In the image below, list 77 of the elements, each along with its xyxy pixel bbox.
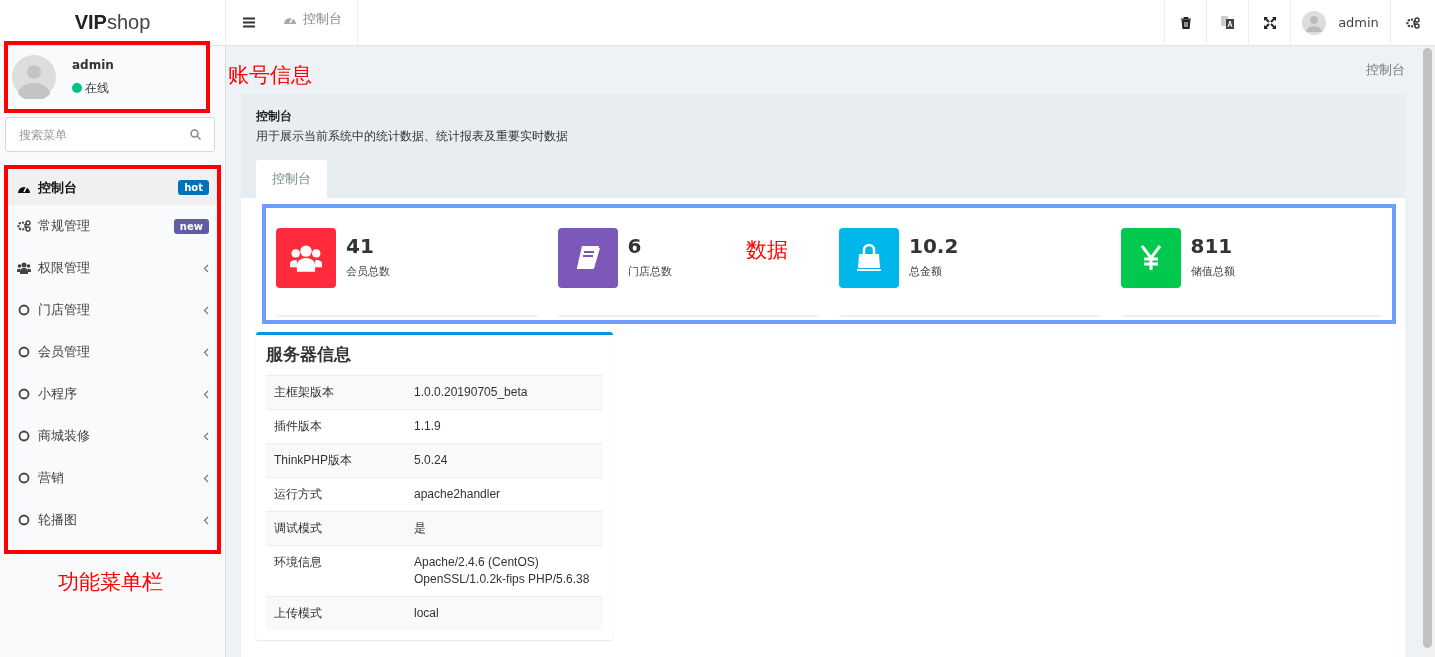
info-value-cell: apache2handler: [406, 477, 603, 512]
menu-item[interactable]: 营销: [8, 457, 217, 499]
info-value-cell: local: [406, 596, 603, 630]
search-icon: [190, 129, 201, 140]
circle-icon: [18, 514, 30, 526]
info-value-cell: 1.1.9: [406, 409, 603, 444]
menu-item[interactable]: 控制台 hot: [8, 170, 217, 205]
translate-icon: [1221, 16, 1234, 29]
expand-icon: [1263, 16, 1276, 29]
menu-label: 权限管理: [38, 259, 91, 277]
stat-value: 6: [627, 234, 643, 258]
info-key-cell: 上传模式: [266, 596, 406, 630]
info-value-cell: 1.0.0.20190705_beta: [406, 375, 603, 410]
gears-icon: [17, 220, 31, 232]
annotation-label: 数据: [746, 237, 788, 264]
info-key-cell: 运行方式: [266, 477, 406, 512]
annotation-label: 账号信息: [228, 62, 312, 89]
breadcrumb[interactable]: 控制台: [1366, 61, 1405, 79]
stat-label: 门店总数: [627, 264, 672, 279]
circle-icon: [18, 304, 30, 316]
menu-label: 商城装修: [38, 427, 91, 445]
avatar-icon: [12, 55, 56, 99]
menu-label: 营销: [38, 469, 65, 487]
user-menu-button[interactable]: admin: [1290, 0, 1390, 45]
info-key-cell: ThinkPHP版本: [266, 443, 406, 478]
menu-item[interactable]: 商城装修: [8, 415, 217, 457]
info-key-cell: 主框架版本: [266, 375, 406, 410]
menu-label: 常规管理: [38, 217, 91, 235]
stat-label: 总金额: [909, 264, 943, 279]
logo: VIPshop: [0, 0, 226, 45]
bag-icon: [854, 243, 884, 273]
menu-badge: new: [173, 218, 209, 234]
menu-label: 轮播图: [38, 511, 78, 529]
menu-label: 小程序: [38, 385, 78, 403]
menu-item[interactable]: 门店管理: [8, 289, 217, 331]
stat-label: 储值总额: [1190, 264, 1235, 279]
page-title: 控制台: [256, 108, 293, 125]
stat-value: 811: [1190, 234, 1234, 258]
menu-label: 控制台: [38, 178, 78, 197]
menu-badge: hot: [178, 180, 209, 195]
page-tab[interactable]: 控制台: [256, 160, 327, 198]
menu-icon: [242, 17, 255, 28]
users-icon: [290, 244, 322, 272]
circle-icon: [18, 472, 30, 484]
annotation-label: 功能菜单栏: [56, 569, 164, 596]
stat-value: 10.2: [909, 234, 959, 258]
circle-icon: [18, 430, 30, 442]
user-status: 在线: [85, 79, 109, 97]
menu-item[interactable]: 常规管理 new: [8, 205, 217, 247]
info-value-cell: Apache/2.4.6 (CentOS) OpenSSL/1.0.2k-fips PHP/5.6.38: [406, 545, 603, 597]
stat-value: 41: [346, 234, 375, 258]
scrollbar-thumb[interactable]: [1423, 48, 1432, 648]
circle-icon: [18, 346, 30, 358]
menu-item[interactable]: 会员管理: [8, 331, 217, 373]
menu-item[interactable]: 小程序: [8, 373, 217, 415]
avatar-icon: [1302, 10, 1327, 35]
circle-icon: [18, 388, 30, 400]
yen-icon: [1139, 244, 1162, 272]
info-value-cell: 是: [406, 511, 603, 546]
user-name: admin: [72, 57, 114, 72]
stat-label: 会员总数: [346, 264, 390, 279]
page-description: 用于展示当前系统中的统计数据、统计报表及重要实时数据: [256, 128, 569, 145]
settings-icon: [1406, 16, 1420, 29]
menu-label: 门店管理: [38, 301, 91, 319]
search-field[interactable]: 搜索菜单: [5, 117, 215, 152]
menu-item[interactable]: 轮播图: [8, 499, 217, 541]
info-key-cell: 调试模式: [266, 511, 406, 546]
menu-item[interactable]: 权限管理: [8, 247, 217, 289]
info-key-cell: 环境信息: [266, 545, 406, 597]
trash-icon: [1180, 16, 1191, 29]
info-value-cell: 5.0.24: [406, 443, 603, 478]
scrollbar[interactable]: [1420, 46, 1435, 657]
info-key-cell: 插件版本: [266, 409, 406, 444]
menu-label: 会员管理: [38, 343, 91, 361]
card-title: 服务器信息: [266, 343, 352, 366]
users-icon: [17, 262, 31, 274]
nav-tab[interactable]: 控制台: [271, 0, 358, 45]
